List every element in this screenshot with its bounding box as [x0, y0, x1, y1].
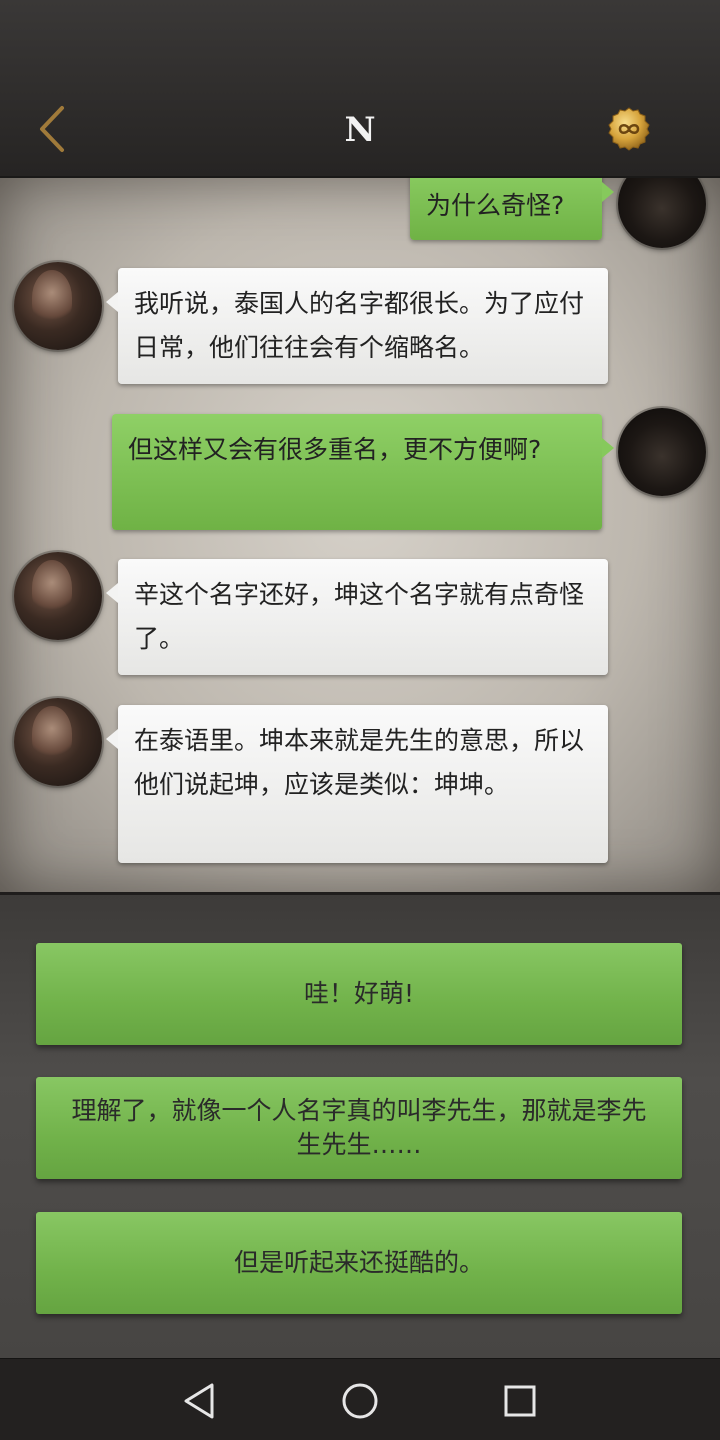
choice-button[interactable]: 但是听起来还挺酷的。	[36, 1212, 682, 1314]
npc-avatar	[14, 698, 102, 786]
choice-label: 理解了，就像一个人名字真的叫李先生，那就是李先生先生……	[71, 1096, 647, 1159]
top-bar: N	[0, 0, 720, 178]
system-nav-bar	[0, 1358, 720, 1440]
npc-avatar	[14, 552, 102, 640]
choice-button[interactable]: 哇！好萌!	[36, 943, 682, 1045]
nav-recents-button[interactable]	[498, 1379, 542, 1423]
reply-choices: 哇！好萌! 理解了，就像一个人名字真的叫李先生，那就是李先生先生…… 但是听起来…	[0, 892, 720, 1358]
choice-button[interactable]: 理解了，就像一个人名字真的叫李先生，那就是李先生先生……	[36, 1077, 682, 1179]
nav-home-button[interactable]	[338, 1379, 382, 1423]
nav-back-button[interactable]	[178, 1379, 222, 1423]
player-message: 为什么奇怪?	[410, 178, 614, 240]
chat-log[interactable]: 为什么奇怪? 我听说，泰国人的名字都很长。为了应付日常，他们往往会有个缩略名。 …	[0, 178, 720, 892]
square-recents-icon	[504, 1385, 536, 1417]
triangle-back-icon	[184, 1383, 214, 1419]
choice-label: 哇！好萌!	[303, 979, 415, 1008]
npc-message: 辛这个名字还好，坤这个名字就有点奇怪了。	[106, 559, 608, 675]
player-avatar	[618, 178, 706, 248]
message-text: 我听说，泰国人的名字都很长。为了应付日常，他们往往会有个缩略名。	[134, 289, 585, 362]
player-message: 但这样又会有很多重名，更不方便啊?	[112, 414, 614, 530]
npc-message: 在泰语里。坤本来就是先生的意思，所以他们说起坤，应该是类似：坤坤。	[106, 705, 608, 863]
infinity-badge-button[interactable]	[606, 106, 652, 152]
message-text: 但这样又会有很多重名，更不方便啊?	[128, 435, 542, 464]
player-avatar	[618, 408, 706, 496]
message-text: 辛这个名字还好，坤这个名字就有点奇怪了。	[134, 580, 585, 653]
infinity-badge-icon	[608, 107, 650, 151]
choice-label: 但是听起来还挺酷的。	[233, 1248, 484, 1277]
npc-message: 我听说，泰国人的名字都很长。为了应付日常，他们往往会有个缩略名。	[106, 268, 608, 384]
message-text: 为什么奇怪?	[426, 191, 565, 220]
message-text: 在泰语里。坤本来就是先生的意思，所以他们说起坤，应该是类似：坤坤。	[134, 726, 585, 799]
circle-home-icon	[342, 1383, 378, 1419]
npc-avatar	[14, 262, 102, 350]
